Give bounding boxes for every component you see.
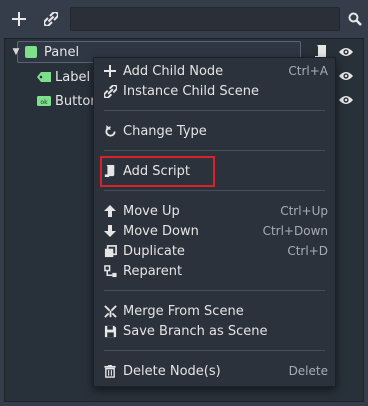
search-icon[interactable] <box>342 6 368 32</box>
save-icon <box>102 323 118 339</box>
menu-item-label: Duplicate <box>123 243 185 259</box>
menu-item-duplicate[interactable]: Duplicate Ctrl+D <box>94 241 335 261</box>
tree-row-label[interactable]: Label <box>36 66 90 88</box>
menu-separator <box>104 190 325 191</box>
menu-item-shortcut: Ctrl+Up <box>280 204 328 218</box>
menu-item-instance-child-scene[interactable]: Instance Child Scene <box>94 81 335 101</box>
menu-item-merge-from-scene[interactable]: Merge From Scene <box>94 301 335 321</box>
trash-icon <box>102 363 118 379</box>
reparent-icon <box>102 263 118 279</box>
visibility-eye-icon[interactable] <box>337 43 355 61</box>
menu-separator <box>104 110 325 111</box>
rotate-icon <box>102 123 118 139</box>
tree-row-panel[interactable]: ▼ Panel <box>10 41 80 63</box>
svg-text:ok: ok <box>40 99 48 106</box>
menu-item-shortcut: Ctrl+A <box>288 64 328 78</box>
script-icon <box>102 163 118 179</box>
menu-separator <box>104 150 325 151</box>
menu-item-label: Reparent <box>123 263 183 279</box>
plus-icon <box>102 63 118 79</box>
menu-item-label: Merge From Scene <box>123 303 244 319</box>
node-label-button: Button <box>55 93 99 109</box>
menu-item-label: Instance Child Scene <box>123 83 259 99</box>
menu-item-change-type[interactable]: Change Type <box>94 121 335 141</box>
menu-item-label: Save Branch as Scene <box>123 323 268 339</box>
filter-input-box[interactable] <box>70 7 340 31</box>
visibility-eye-icon[interactable] <box>337 67 355 85</box>
menu-item-shortcut: Delete <box>288 364 328 378</box>
menu-item-label: Move Up <box>123 203 180 219</box>
menu-item-move-down[interactable]: Move Down Ctrl+Down <box>94 221 335 241</box>
menu-item-label: Change Type <box>123 123 207 139</box>
menu-item-label: Delete Node(s) <box>123 363 221 379</box>
node-label-panel: Panel <box>44 44 80 60</box>
duplicate-icon <box>102 243 118 259</box>
menu-item-move-up[interactable]: Move Up Ctrl+Up <box>94 201 335 221</box>
menu-item-shortcut: Ctrl+D <box>287 244 328 258</box>
menu-item-add-script[interactable]: Add Script <box>94 161 335 181</box>
visibility-eye-icon[interactable] <box>337 91 355 109</box>
plus-icon[interactable] <box>6 6 32 32</box>
link-icon[interactable] <box>38 6 64 32</box>
filter-input[interactable] <box>71 8 339 30</box>
menu-separator <box>104 290 325 291</box>
label-node-icon <box>36 70 52 84</box>
menu-item-delete-nodes[interactable]: Delete Node(s) Delete <box>94 361 335 381</box>
node-label-label: Label <box>55 69 91 85</box>
menu-item-add-child-node[interactable]: Add Child Node Ctrl+A <box>94 61 335 81</box>
arrow-down-icon <box>102 223 118 239</box>
menu-item-save-branch-as-scene[interactable]: Save Branch as Scene <box>94 321 335 341</box>
panel-node-icon <box>24 45 38 59</box>
context-menu: Add Child Node Ctrl+A Instance Child Sce… <box>93 57 336 387</box>
collapse-arrow-icon[interactable]: ▼ <box>10 47 22 57</box>
menu-item-label: Add Child Node <box>123 63 224 79</box>
arrow-up-icon <box>102 203 118 219</box>
menu-separator <box>104 350 325 351</box>
button-node-icon: ok <box>36 94 52 108</box>
link-icon <box>102 83 118 99</box>
menu-item-label: Move Down <box>123 223 199 239</box>
menu-item-shortcut: Ctrl+Down <box>262 224 328 238</box>
scene-toolbar <box>0 0 368 38</box>
tree-row-button[interactable]: ok Button <box>36 90 99 112</box>
menu-item-reparent[interactable]: Reparent <box>94 261 335 281</box>
merge-icon <box>102 303 118 319</box>
menu-item-label: Add Script <box>123 163 191 179</box>
